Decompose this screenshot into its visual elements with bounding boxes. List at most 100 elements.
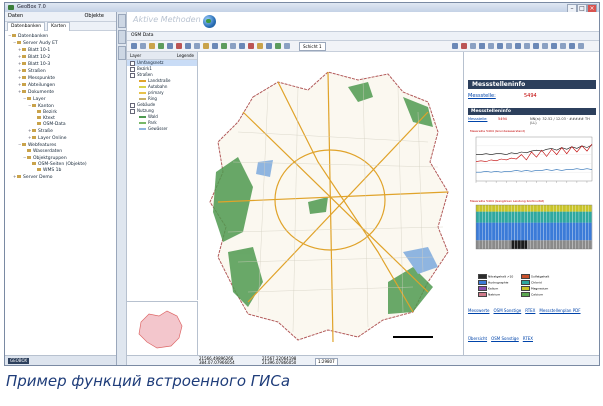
- toolbar-tool-icon[interactable]: [488, 43, 494, 49]
- toolbar-tool-icon[interactable]: [578, 43, 584, 49]
- toolbar-tool-icon[interactable]: [560, 43, 566, 49]
- tree-item[interactable]: + Messpunkte: [5, 75, 116, 82]
- toolbar-tool-icon[interactable]: [533, 43, 539, 49]
- toolbar-tool-icon[interactable]: [131, 43, 137, 49]
- bar-segment: [534, 211, 537, 223]
- layer-checkbox[interactable]: [130, 102, 135, 108]
- tree-item[interactable]: + Abteilungen: [5, 82, 116, 89]
- layer-checkbox[interactable]: [130, 66, 135, 72]
- info-link[interactable]: RTEX: [523, 336, 533, 341]
- bar-segment: [540, 240, 544, 249]
- tree-item[interactable]: + Straßen: [5, 68, 116, 75]
- legend-item[interactable]: Gewässer: [127, 126, 197, 132]
- tree-item[interactable]: − Layer: [5, 96, 116, 103]
- tree-item[interactable]: + Layer Online: [5, 135, 116, 142]
- folder-icon: [22, 76, 26, 79]
- toolbar-tool-icon[interactable]: [176, 43, 182, 49]
- bar-segment: [488, 240, 492, 249]
- layer-checkbox[interactable]: [130, 108, 135, 114]
- tree-item[interactable]: + Server Demo: [5, 174, 116, 181]
- info-link[interactable]: Übersicht: [468, 336, 487, 341]
- toolbar-tool-icon[interactable]: [185, 43, 191, 49]
- toolbar-tool-icon[interactable]: [221, 43, 227, 49]
- layer-checkbox[interactable]: [130, 60, 135, 66]
- toolbar-tool-icon[interactable]: [506, 43, 512, 49]
- info-link[interactable]: OSM Sonstige: [494, 308, 522, 313]
- toolbar-tool-icon[interactable]: [266, 43, 272, 49]
- legend-title: Legende: [176, 53, 194, 58]
- tree-item[interactable]: − Objektgruppen: [5, 155, 116, 162]
- toolbar-tool-icon[interactable]: [203, 43, 209, 49]
- toolbar-tool-icon[interactable]: [158, 43, 164, 49]
- database-tree: − Datenbanken − Server Audy ET + Blatt 10-1 + B…: [5, 31, 116, 181]
- toolbar-tool-icon[interactable]: [524, 43, 530, 49]
- toolbar-tool-icon[interactable]: [149, 43, 155, 49]
- info-link[interactable]: Messwerte: [468, 308, 490, 313]
- toolbar-tool-icon[interactable]: [212, 43, 218, 49]
- bar-segment: [540, 205, 544, 212]
- bar-segment: [569, 205, 573, 212]
- station-label[interactable]: Messstelle:: [468, 93, 496, 99]
- tree-item-label: Datenbanken: [18, 34, 49, 39]
- toolbar-tool-icon[interactable]: [257, 43, 263, 49]
- overview-map[interactable]: [127, 301, 198, 355]
- dock-tab[interactable]: [118, 46, 126, 60]
- toolbar-tool-icon[interactable]: [542, 43, 548, 49]
- toolbar-tool-icon[interactable]: [140, 43, 146, 49]
- toolbar-tool-icon[interactable]: [284, 43, 290, 49]
- toolbar-tool-icon[interactable]: [275, 43, 281, 49]
- legend-label: Landstraße: [148, 78, 171, 83]
- scale-field[interactable]: 1:29807: [315, 358, 338, 365]
- tree-item[interactable]: + Dokumente: [5, 89, 116, 96]
- info-link[interactable]: OSM Sonstige: [491, 336, 519, 341]
- bar-segment: [505, 205, 508, 212]
- tree-item-label: Straße: [38, 129, 53, 134]
- objects-label[interactable]: Objekte: [84, 12, 104, 21]
- bar-segment: [501, 211, 505, 223]
- tree-item-label: Server Audy ET: [23, 41, 58, 46]
- bar-segment: [588, 240, 592, 249]
- bar-segment: [530, 222, 534, 241]
- tab-osm-data[interactable]: OSM Data: [131, 33, 153, 38]
- section-station-label[interactable]: Messstelle:: [468, 117, 487, 121]
- toolbar-tool-icon[interactable]: [194, 43, 200, 49]
- bar-segment: [495, 240, 499, 249]
- tab-karten[interactable]: Karten: [47, 22, 71, 31]
- tree-item[interactable]: − Webfeatures: [5, 142, 116, 149]
- map-canvas[interactable]: [198, 52, 463, 355]
- toolbar-tool-icon[interactable]: [452, 43, 458, 49]
- dock-tab[interactable]: [118, 30, 126, 44]
- toolbar-tool-icon[interactable]: [515, 43, 521, 49]
- layer-select[interactable]: Schicht 1: [299, 42, 326, 51]
- legend-swatch: [521, 286, 530, 291]
- tree-item[interactable]: − Server Audy ET: [5, 40, 116, 47]
- tree-item[interactable]: + Blatt 10-3: [5, 61, 116, 68]
- toolbar-tool-icon[interactable]: [230, 43, 236, 49]
- toolbar-tool-icon[interactable]: [167, 43, 173, 49]
- bar-segment: [479, 211, 483, 223]
- layer-checkbox[interactable]: [130, 72, 135, 78]
- tree-item[interactable]: − Kanton: [5, 103, 116, 110]
- legend-label: Autobahn: [148, 84, 168, 89]
- bar-segment: [546, 240, 550, 249]
- tree-item[interactable]: + Blatt 10-2: [5, 54, 116, 61]
- toolbar-tool-icon[interactable]: [569, 43, 575, 49]
- legend-swatch: [139, 116, 146, 118]
- dock-tab[interactable]: [118, 14, 126, 28]
- toolbar-tool-icon[interactable]: [479, 43, 485, 49]
- toolbar-tool-icon[interactable]: [470, 43, 476, 49]
- map-toolbar: Schicht 1: [127, 41, 599, 52]
- data-dropdown[interactable]: Daten: [8, 12, 23, 21]
- tree-item[interactable]: − Datenbanken: [5, 33, 116, 40]
- tree-item[interactable]: + Straße: [5, 128, 116, 135]
- toolbar-tool-icon[interactable]: [497, 43, 503, 49]
- tab-datenbanken[interactable]: Datenbanken: [7, 22, 46, 31]
- info-link[interactable]: RTEX: [525, 308, 535, 313]
- tree-item[interactable]: + Blatt 10-1: [5, 47, 116, 54]
- toolbar-tool-icon[interactable]: [239, 43, 245, 49]
- bar-segment: [575, 222, 579, 241]
- toolbar-tool-icon[interactable]: [551, 43, 557, 49]
- toolbar-tool-icon[interactable]: [461, 43, 467, 49]
- toolbar-tool-icon[interactable]: [248, 43, 254, 49]
- info-link[interactable]: Messstellenplan PDF: [539, 308, 580, 313]
